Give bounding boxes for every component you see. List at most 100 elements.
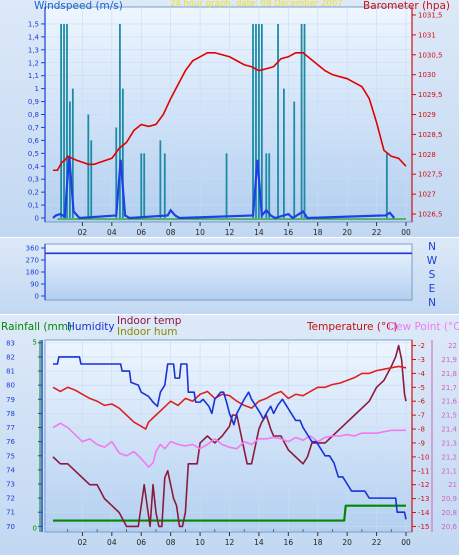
- legend-indoor-hum: Indoor hum: [117, 326, 177, 338]
- wind-tick-label: 0,9: [28, 98, 39, 106]
- temp-tick-label: -15: [418, 523, 429, 531]
- humidity-tick-label: 71: [6, 509, 15, 517]
- x-tick-label: 10: [195, 228, 205, 237]
- baro-tick-label: 1028,5: [418, 131, 443, 139]
- windspeed-axis-title: Windspeed (m/s): [34, 0, 123, 12]
- x-tick-label: 18: [313, 538, 323, 547]
- panel3-plot: [44, 339, 413, 533]
- x-tick-label: 02: [78, 538, 88, 547]
- x-tick-label: 20: [342, 538, 352, 547]
- rain-tick-label: 5: [33, 339, 37, 347]
- x-tick-label: 22: [372, 228, 382, 237]
- wind-tick-label: 1,3: [28, 46, 39, 54]
- x-tick-label: 08: [166, 228, 176, 237]
- wind-tick-label: 0,2: [28, 189, 39, 197]
- compass-letter: E: [429, 283, 436, 295]
- temp-tick-label: -4: [418, 370, 426, 378]
- temp-tick-label: -10: [418, 453, 429, 461]
- barometer-axis-title: Barometer (hpa): [363, 0, 450, 12]
- baro-tick-label: 1027,5: [418, 171, 443, 179]
- x-tick-label: 18: [313, 228, 323, 237]
- dew-tick-label: 21,6: [441, 398, 457, 406]
- temp-tick-label: -2: [418, 342, 425, 350]
- legend-humidity: Humidity: [67, 321, 115, 333]
- dir-tick-label: 90: [30, 281, 39, 289]
- x-tick-label: 14: [254, 228, 264, 237]
- wind-tick-label: 1: [35, 85, 39, 93]
- dew-tick-label: 21,3: [441, 439, 457, 447]
- x-tick-label: 02: [78, 228, 88, 237]
- dew-tick-label: 20,6: [441, 523, 457, 531]
- x-tick-label: 00: [401, 538, 411, 547]
- humidity-tick-label: 72: [6, 495, 15, 503]
- wind-tick-label: 0,1: [28, 202, 39, 210]
- x-tick-label: 20: [342, 228, 352, 237]
- baro-tick-label: 1031: [418, 31, 436, 39]
- wind-tick-label: 0,4: [28, 163, 40, 171]
- compass-letter: S: [429, 269, 436, 281]
- x-tick-label: 06: [136, 538, 146, 547]
- compass-letter: W: [427, 255, 438, 267]
- dir-tick-label: 180: [26, 269, 39, 277]
- dir-tick-label: 360: [26, 245, 39, 253]
- wind-tick-label: 0,6: [28, 137, 40, 145]
- dew-tick-label: 21,4: [441, 426, 457, 434]
- dew-tick-label: 21,8: [441, 370, 457, 378]
- x-tick-label: 04: [107, 228, 117, 237]
- humidity-tick-label: 78: [6, 410, 15, 418]
- humidity-tick-label: 83: [6, 339, 15, 347]
- x-tick-label: 16: [284, 228, 294, 237]
- x-tick-label: 06: [136, 228, 146, 237]
- temp-tick-label: -6: [418, 398, 426, 406]
- humidity-tick-label: 75: [6, 452, 15, 460]
- baro-tick-label: 1028: [418, 151, 436, 159]
- temp-tick-label: -8: [418, 426, 425, 434]
- dew-tick-label: 21,5: [441, 412, 457, 420]
- legend-rainfall: Rainfall (mm): [1, 321, 72, 333]
- temp-tick-label: -3: [418, 356, 425, 364]
- temp-tick-label: -14: [418, 509, 430, 517]
- compass-letter: N: [428, 297, 436, 309]
- dew-tick-label: 20,8: [441, 509, 457, 517]
- baro-tick-label: 1027: [418, 191, 436, 199]
- dew-tick-label: 21,2: [441, 453, 457, 461]
- weather-chart: Windspeed (m/s) 24 hour graph, date: 09 …: [0, 0, 459, 555]
- legend-temperature: Temperature (°C): [306, 321, 398, 333]
- dew-tick-label: 21,1: [441, 467, 457, 475]
- rain-tick-label: 0: [33, 525, 37, 533]
- baro-tick-label: 1029: [418, 111, 436, 119]
- baro-tick-label: 1031,5: [418, 11, 443, 19]
- wind-tick-label: 1,2: [28, 59, 39, 67]
- wind-tick-label: 1,1: [28, 72, 39, 80]
- temp-tick-label: -11: [418, 467, 429, 475]
- x-tick-label: 08: [166, 538, 176, 547]
- humidity-tick-label: 70: [6, 523, 15, 531]
- baro-tick-label: 1030: [418, 71, 436, 79]
- dew-tick-label: 20,9: [441, 495, 457, 503]
- baro-tick-label: 1030,5: [418, 51, 443, 59]
- humidity-tick-label: 73: [6, 481, 15, 489]
- dew-tick-label: 21: [448, 481, 457, 489]
- temp-tick-label: -13: [418, 495, 429, 503]
- dew-tick-label: 21,9: [441, 356, 457, 364]
- baro-tick-label: 1029,5: [418, 91, 443, 99]
- humidity-tick-label: 79: [6, 396, 15, 404]
- wind-tick-label: 1,5: [28, 20, 39, 28]
- baro-tick-label: 1026,5: [418, 211, 443, 219]
- dew-tick-label: 21,7: [441, 384, 457, 392]
- dir-tick-label: 270: [26, 257, 39, 265]
- humidity-tick-label: 76: [6, 438, 15, 446]
- chart-title: 24 hour graph, date: 09 December 2007: [170, 0, 343, 9]
- x-tick-label: 00: [401, 228, 411, 237]
- humidity-tick-label: 82: [6, 353, 15, 361]
- legend-dew-point: Dew Point (°C): [388, 321, 459, 333]
- humidity-tick-label: 80: [6, 382, 15, 390]
- temp-tick-label: -9: [418, 439, 425, 447]
- x-tick-label: 12: [225, 538, 235, 547]
- x-tick-label: 16: [284, 538, 294, 547]
- wind-tick-label: 1,4: [28, 33, 40, 41]
- temp-tick-label: -12: [418, 481, 429, 489]
- x-tick-label: 04: [107, 538, 117, 547]
- humidity-tick-label: 77: [6, 424, 15, 432]
- wind-tick-label: 0: [35, 215, 39, 223]
